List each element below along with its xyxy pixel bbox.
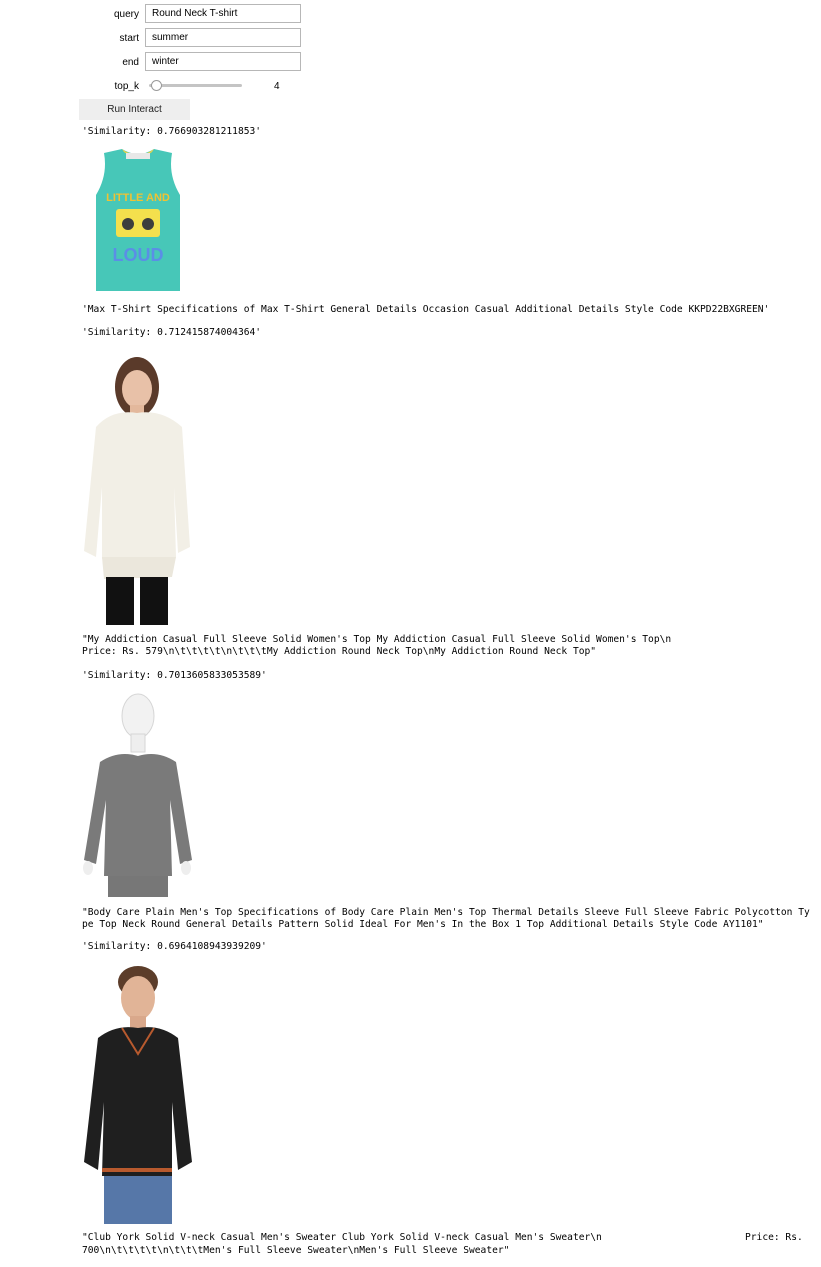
description-text-price: Price: Rs. bbox=[745, 1232, 803, 1243]
start-label: start bbox=[119, 33, 139, 44]
description-text-line2: 700\n\t\t\t\t\n\t\t\tMen's Full Sleeve S… bbox=[82, 1245, 510, 1256]
end-input[interactable] bbox=[145, 52, 301, 71]
shirt-print-top: LITTLE AND bbox=[106, 192, 170, 204]
end-label: end bbox=[122, 57, 139, 68]
description-text-line1: "Club York Solid V-neck Casual Men's Swe… bbox=[82, 1232, 602, 1243]
description-text-line2: pe Top Neck Round General Details Patter… bbox=[82, 919, 764, 930]
product-image-teal-tshirt: LITTLE AND LOUD bbox=[82, 145, 194, 295]
topk-label: top_k bbox=[114, 81, 139, 92]
description-text-line1: "My Addiction Casual Full Sleeve Solid W… bbox=[82, 634, 672, 645]
query-label: query bbox=[113, 9, 139, 20]
description-text: 'Max T-Shirt Specifications of Max T-Shi… bbox=[82, 304, 770, 315]
similarity-text: 'Similarity: 0.6964108943939209' bbox=[82, 941, 267, 952]
start-input[interactable] bbox=[145, 28, 301, 47]
product-image-grey-thermal bbox=[82, 690, 194, 897]
similarity-text: 'Similarity: 0.712415874004364' bbox=[82, 327, 262, 338]
slider-track[interactable] bbox=[149, 84, 242, 87]
product-image-black-sweater bbox=[82, 962, 194, 1224]
topk-value: 4 bbox=[274, 81, 280, 92]
topk-slider[interactable] bbox=[149, 79, 243, 93]
query-input[interactable] bbox=[145, 4, 301, 23]
run-interact-button[interactable]: Run Interact bbox=[79, 99, 190, 120]
product-image-white-top bbox=[82, 347, 194, 625]
similarity-text: 'Similarity: 0.7013605833053589' bbox=[82, 670, 267, 681]
shirt-print-bottom: LOUD bbox=[113, 245, 164, 265]
description-text-line1: "Body Care Plain Men's Top Specification… bbox=[82, 907, 810, 918]
similarity-text: 'Similarity: 0.766903281211853' bbox=[82, 126, 262, 137]
description-text-line2: Price: Rs. 579\n\t\t\t\t\n\t\t\tMy Addic… bbox=[82, 646, 597, 657]
slider-handle[interactable] bbox=[151, 80, 162, 91]
